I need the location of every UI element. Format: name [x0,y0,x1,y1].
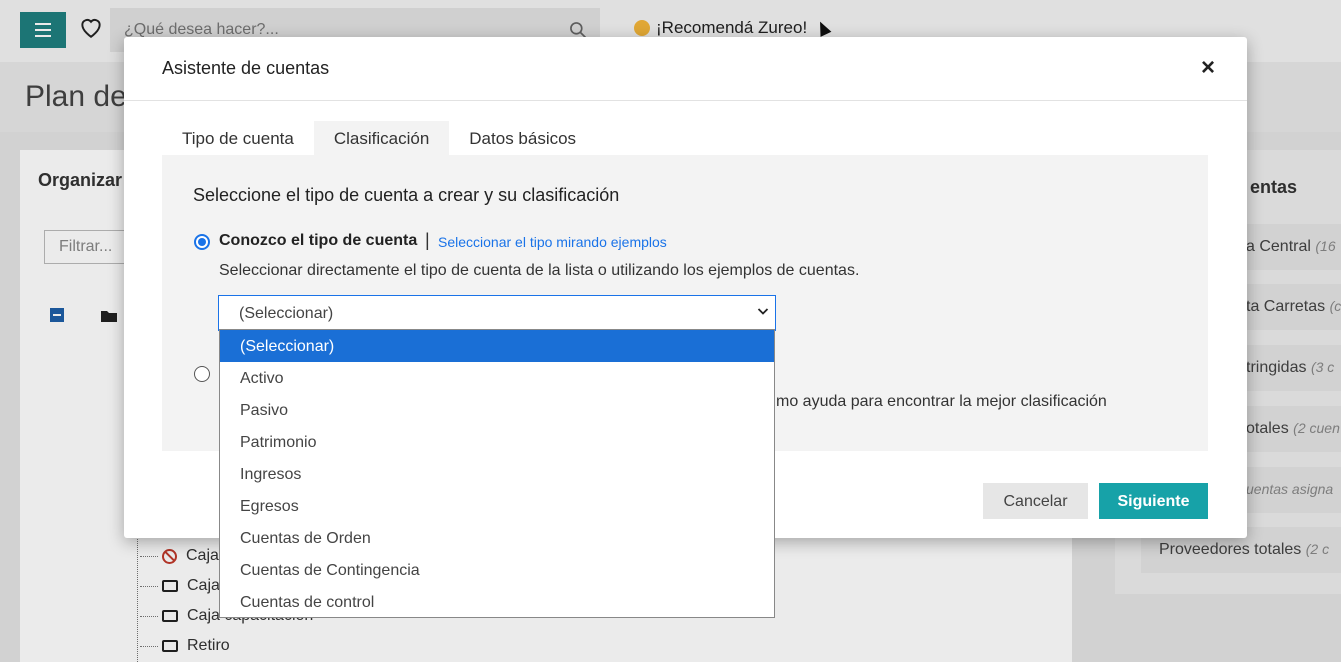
select-value: (Seleccionar) [239,305,334,322]
close-button[interactable]: × [1201,56,1215,80]
dropdown-option[interactable]: Cuentas de Contingencia [220,554,774,586]
modal-header: Asistente de cuentas × [124,37,1247,101]
tab-account-type[interactable]: Tipo de cuenta [162,121,314,155]
tab-basic-data[interactable]: Datos básicos [449,121,596,155]
option-separator: | [425,230,430,250]
chevron-down-icon [757,308,769,315]
radio-help-me-classify[interactable] [194,366,210,382]
modal-title: Asistente de cuentas [162,58,330,78]
dropdown-option[interactable]: Cuentas de control [220,586,774,618]
section-title: Seleccione el tipo de cuenta a crear y s… [193,185,620,205]
dropdown-option[interactable]: Patrimonio [220,426,774,458]
account-type-select[interactable]: (Seleccionar) [218,295,776,331]
dropdown-option[interactable]: Activo [220,362,774,394]
account-type-dropdown-list: (Seleccionar) Activo Pasivo Patrimonio I… [219,329,775,618]
dropdown-option[interactable]: Egresos [220,490,774,522]
option-know-type-description: Seleccionar directamente el tipo de cuen… [219,262,860,279]
cancel-button[interactable]: Cancelar [983,483,1088,519]
option-help-description: mo ayuda para encontrar la mejor clasifi… [776,393,1107,410]
dropdown-option[interactable]: (Seleccionar) [220,330,774,362]
dropdown-option[interactable]: Cuentas de Orden [220,522,774,554]
dropdown-option[interactable]: Pasivo [220,394,774,426]
dropdown-option[interactable]: Ingresos [220,458,774,490]
select-by-examples-link[interactable]: Seleccionar el tipo mirando ejemplos [438,234,667,250]
wizard-tabs: Tipo de cuenta Clasificación Datos básic… [162,121,596,155]
tab-classification[interactable]: Clasificación [313,121,450,155]
next-button[interactable]: Siguiente [1099,483,1208,519]
option-know-type-label: Conozco el tipo de cuenta [219,232,418,249]
radio-know-account-type[interactable] [194,234,210,250]
